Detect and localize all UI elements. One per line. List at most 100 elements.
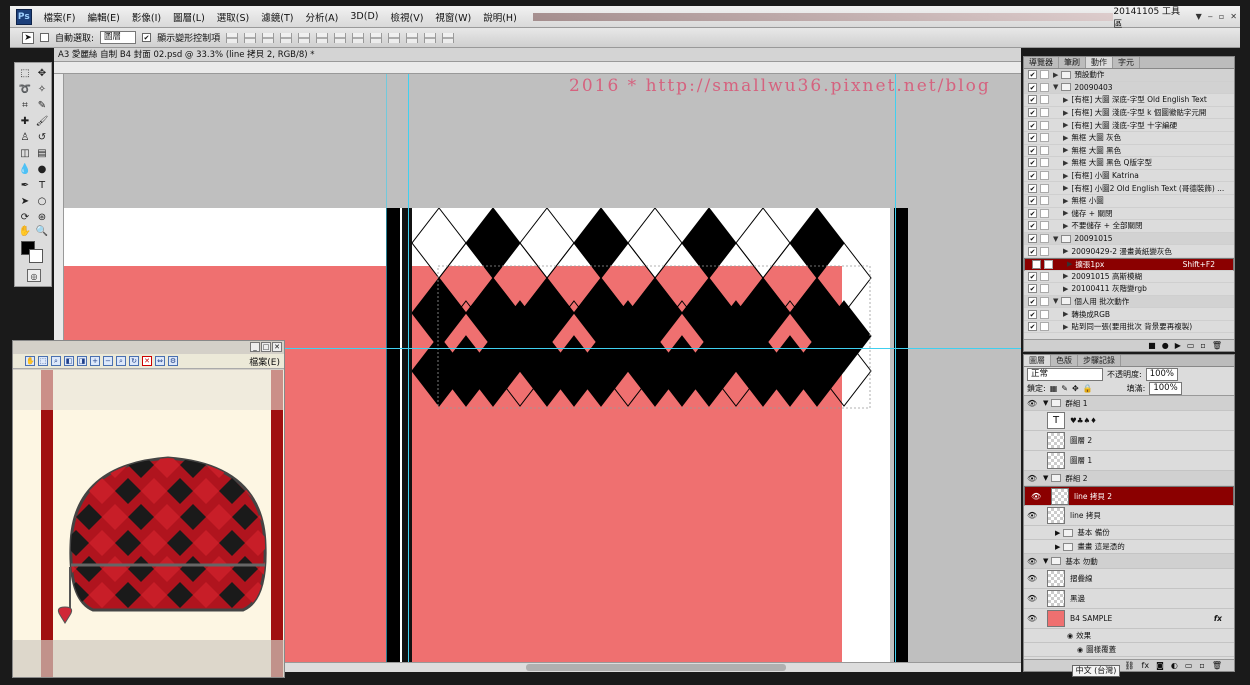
action-toggle-checkbox[interactable]: ✔ <box>1028 246 1037 256</box>
dialog-toggle-box[interactable] <box>1040 120 1049 130</box>
crop-tool-icon[interactable]: ⌗ <box>18 99 32 112</box>
document-tab[interactable]: A3 愛麗絲 自制 B4 封面 02.psd @ 33.3% (line 拷貝 … <box>54 48 1021 62</box>
clone-stamp-icon[interactable]: ♙ <box>18 131 32 144</box>
distribute-center-icon[interactable] <box>406 32 419 43</box>
layer-style-icon[interactable]: fx <box>1142 660 1150 671</box>
layer-row[interactable]: 👁 line 拷貝 2 <box>1024 486 1234 506</box>
dialog-toggle-box[interactable] <box>1040 171 1049 181</box>
action-row[interactable]: ✔ ▶ [有框] 小圖2 Old English Text (哥德裝飾) ... <box>1024 182 1234 195</box>
layer-name[interactable]: 基本 勿動 <box>1065 556 1097 567</box>
align-center-icon[interactable] <box>298 32 311 43</box>
3d-rotate-icon[interactable]: ⟳ <box>18 211 32 224</box>
tab-history[interactable]: 步驟記錄 <box>1078 355 1121 366</box>
layer-name[interactable]: 圖層 2 <box>1070 435 1092 446</box>
delete-icon[interactable]: 🗑 <box>1212 340 1222 351</box>
distribute-bottom-icon[interactable] <box>370 32 383 43</box>
viewer-minimize-button[interactable]: _ <box>250 342 260 352</box>
layer-row[interactable]: 圖層 2 <box>1024 431 1234 451</box>
layer-name[interactable]: 效果 <box>1076 630 1091 641</box>
eye-visibility-icon[interactable]: ◉ <box>1077 646 1083 654</box>
dialog-toggle-box[interactable] <box>1040 234 1049 244</box>
history-brush-icon[interactable]: ↺ <box>35 131 49 144</box>
expand-closed-icon[interactable]: ▶ <box>1063 272 1068 280</box>
menu-select[interactable]: 選取(S) <box>211 10 255 24</box>
tab-actions[interactable]: 動作 <box>1086 57 1113 68</box>
expand-closed-icon[interactable]: ▶ <box>1063 134 1068 142</box>
vertical-guide[interactable] <box>408 74 409 664</box>
move-tool-preset-icon[interactable]: ➤ <box>22 31 34 44</box>
align-middle-icon[interactable] <box>244 32 257 43</box>
marquee-tool-icon[interactable]: ⬚ <box>18 67 32 80</box>
close-button[interactable]: ✕ <box>1227 12 1240 21</box>
viewer-zoom-menu-icon[interactable]: ⌕ <box>116 356 126 366</box>
align-bottom-icon[interactable] <box>262 32 275 43</box>
viewer-prev-icon[interactable]: ◧ <box>64 356 74 366</box>
dialog-toggle-box[interactable] <box>1040 322 1049 332</box>
action-toggle-checkbox[interactable]: ✔ <box>1028 221 1037 231</box>
dropdown-icon[interactable]: ▼ <box>1193 12 1205 21</box>
action-toggle-checkbox[interactable]: ✔ <box>1028 171 1037 181</box>
expand-closed-icon[interactable]: ▶ <box>1063 222 1068 230</box>
eyedropper-icon[interactable]: ✎ <box>35 99 49 112</box>
layer-name[interactable]: 摺疊線 <box>1070 573 1093 584</box>
layer-name[interactable]: 群組 1 <box>1065 398 1087 409</box>
viewer-settings-icon[interactable]: ⚙ <box>168 356 178 366</box>
menu-analysis[interactable]: 分析(A) <box>299 10 344 24</box>
expand-closed-icon[interactable]: ▶ <box>1063 109 1068 117</box>
action-row[interactable]: ✔ ▶ 無框 大圖 灰色 <box>1024 132 1234 145</box>
action-toggle-checkbox[interactable]: ✔ <box>1028 158 1037 168</box>
record-icon[interactable]: ● <box>1162 340 1169 351</box>
align-left-icon[interactable] <box>280 32 293 43</box>
layer-row[interactable]: 👁 line 拷貝 <box>1024 506 1234 526</box>
expand-closed-icon[interactable]: ▶ <box>1063 323 1068 331</box>
healing-brush-icon[interactable]: ✚ <box>18 115 32 128</box>
expand-closed-icon[interactable]: ▶ <box>1063 146 1068 154</box>
workspace-switcher[interactable]: 20141105 工具區 <box>1113 4 1192 30</box>
dialog-toggle-box[interactable] <box>1040 271 1049 281</box>
tab-character[interactable]: 字元 <box>1113 57 1140 68</box>
expand-open-icon[interactable]: ▼ <box>1043 557 1048 565</box>
dialog-toggle-box[interactable] <box>1040 95 1049 105</box>
menu-file[interactable]: 檔案(F) <box>38 10 82 24</box>
blur-tool-icon[interactable]: 💧 <box>18 163 32 176</box>
eye-visibility-icon[interactable]: 👁 <box>1027 614 1037 623</box>
layer-group-row[interactable]: 👁 ▼ 基本 勿動 <box>1024 554 1234 569</box>
action-toggle-checkbox[interactable]: ✔ <box>1032 259 1041 269</box>
dialog-toggle-box[interactable] <box>1040 221 1049 231</box>
layer-row[interactable]: 👁 黑邊 <box>1024 589 1234 609</box>
viewer-close-button[interactable]: ✕ <box>272 342 282 352</box>
magic-wand-icon[interactable]: ✧ <box>35 83 49 96</box>
eye-visibility-icon[interactable]: 👁 <box>1027 557 1037 566</box>
expand-closed-icon[interactable]: ▶ <box>1063 159 1068 167</box>
viewer-hand-icon[interactable]: ✋ <box>25 356 35 366</box>
action-toggle-checkbox[interactable]: ✔ <box>1028 271 1037 281</box>
action-toggle-checkbox[interactable]: ✔ <box>1028 70 1037 80</box>
ime-indicator[interactable]: 中文 (台灣) <box>1072 665 1120 677</box>
action-row[interactable]: ✔ ▶ 擴張1px Shift+F2 <box>1024 257 1234 271</box>
align-top-icon[interactable] <box>226 32 239 43</box>
expand-open-icon[interactable]: ▼ <box>1053 297 1058 305</box>
expand-closed-icon[interactable]: ▶ <box>1063 310 1068 318</box>
layer-name[interactable]: B4 SAMPLE <box>1070 614 1112 623</box>
expand-closed-icon[interactable]: ▶ <box>1063 285 1068 293</box>
eraser-tool-icon[interactable]: ◫ <box>18 147 32 160</box>
action-row[interactable]: ✔ ▶ 無框 大圖 黑色 Q版字型 <box>1024 157 1234 170</box>
action-toggle-checkbox[interactable]: ✔ <box>1028 82 1037 92</box>
vertical-guide[interactable] <box>895 74 896 664</box>
menu-help[interactable]: 說明(H) <box>477 10 523 24</box>
blend-mode-dropdown[interactable]: 正常 <box>1027 368 1103 381</box>
layer-effect-row[interactable]: ◉ 圖樣覆蓋 <box>1024 643 1234 657</box>
pen-tool-icon[interactable]: ✒ <box>18 179 32 192</box>
action-row[interactable]: ✔ ▶ 轉換成RGB <box>1024 308 1234 321</box>
tab-channels[interactable]: 色版 <box>1051 355 1078 366</box>
action-toggle-checkbox[interactable]: ✔ <box>1028 145 1037 155</box>
dialog-toggle-box[interactable] <box>1040 246 1049 256</box>
new-set-icon[interactable]: ▭ <box>1187 340 1195 351</box>
action-toggle-checkbox[interactable]: ✔ <box>1028 108 1037 118</box>
dialog-toggle-box[interactable] <box>1040 183 1049 193</box>
expand-closed-icon[interactable]: ▶ <box>1055 529 1060 537</box>
new-group-icon[interactable]: ▭ <box>1185 660 1193 671</box>
opacity-input[interactable]: 100% <box>1145 368 1179 381</box>
lock-all-icon[interactable]: 🔒 <box>1083 384 1093 393</box>
viewer-select-icon[interactable]: ⬚ <box>38 356 48 366</box>
